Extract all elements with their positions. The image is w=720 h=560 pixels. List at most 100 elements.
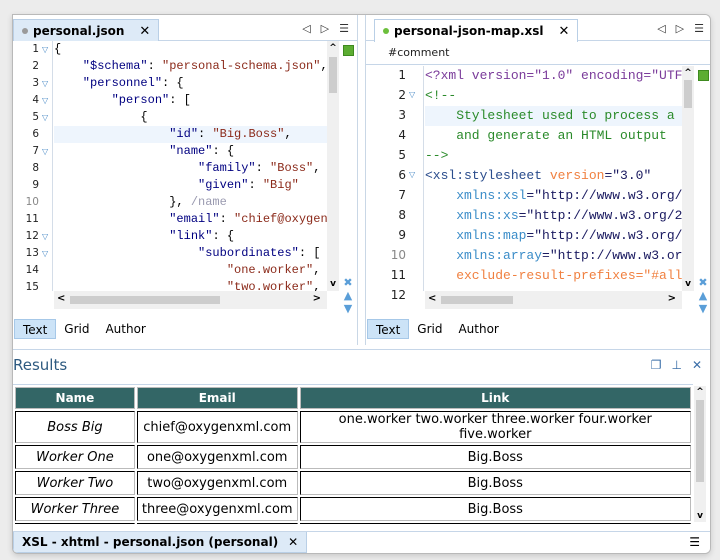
- fold-toggle-icon[interactable]: ▽: [42, 249, 48, 258]
- tab-personal-json-map-xsl[interactable]: personal-json-map.xsl ✕: [374, 19, 579, 42]
- breadcrumb: #comment: [366, 41, 710, 65]
- code-token: :: [147, 59, 163, 73]
- code-line: xmlns:xsl="http://www.w3.org/1999/XSL/Tr…: [425, 186, 682, 206]
- vertical-scrollbar[interactable]: ^ v: [682, 66, 694, 291]
- line-number: 9: [32, 179, 39, 191]
- editor-mode-tabs: Text Grid Author: [366, 319, 710, 339]
- cell-name: Boss Big: [15, 411, 135, 443]
- mode-tab-author[interactable]: Author: [450, 319, 506, 339]
- results-table: Name Email Link Boss Big chief@oxygenxml.…: [13, 385, 693, 524]
- scroll-thumb[interactable]: [684, 80, 692, 108]
- scroll-thumb[interactable]: [441, 296, 513, 304]
- scroll-up-icon[interactable]: ^: [327, 43, 339, 53]
- horizontal-scrollbar[interactable]: < >: [54, 291, 327, 309]
- next-problem-icon[interactable]: ▼: [699, 303, 707, 315]
- fold-toggle-icon[interactable]: ▽: [409, 90, 415, 99]
- line-number: 8: [32, 162, 39, 174]
- next-tab-icon[interactable]: ▷: [321, 22, 329, 35]
- scroll-left-icon[interactable]: <: [57, 293, 65, 304]
- cell-link: Big.Boss: [299, 471, 691, 495]
- previous-tab-icon[interactable]: ◁: [302, 22, 310, 35]
- next-tab-icon[interactable]: ▷: [676, 22, 684, 35]
- code-token: : [: [169, 93, 191, 107]
- tab-label: personal-json-map.xsl: [394, 24, 544, 38]
- code-line: }, /name: [54, 194, 327, 211]
- scroll-down-icon[interactable]: v: [694, 511, 706, 521]
- clear-markers-icon[interactable]: ✖: [698, 277, 707, 289]
- clear-markers-icon[interactable]: ✖: [343, 277, 352, 289]
- fold-toggle-icon[interactable]: ▽: [42, 45, 48, 54]
- fold-toggle-icon[interactable]: ▽: [42, 147, 48, 156]
- fold-toggle-icon[interactable]: ▽: [42, 232, 48, 241]
- tab-transform-result[interactable]: XSL - xhtml - personal.json (personal) ✕: [13, 532, 308, 553]
- code-token: exclude-result-prefixes="#all": [425, 268, 682, 283]
- code-area[interactable]: <?xml version="1.0" encoding="UTF-8"?> <!…: [425, 66, 682, 291]
- tab-status-dot: [383, 28, 389, 34]
- close-icon[interactable]: ✕: [692, 358, 702, 372]
- mode-tab-grid[interactable]: Grid: [409, 319, 450, 339]
- mode-tab-text[interactable]: Text: [367, 319, 410, 339]
- scroll-left-icon[interactable]: <: [428, 293, 436, 304]
- scroll-down-icon[interactable]: v: [327, 279, 339, 289]
- code-area[interactable]: { "$schema": "personal-schema.json", "pe…: [54, 41, 327, 291]
- scroll-thumb[interactable]: [329, 57, 337, 93]
- code-token: xmlns:array: [425, 248, 543, 263]
- code-token: : [: [298, 246, 321, 260]
- close-icon[interactable]: ✕: [559, 24, 570, 39]
- code-token: xmlns:xs: [425, 208, 519, 223]
- previous-problem-icon[interactable]: ▲: [344, 290, 352, 302]
- scroll-right-icon[interactable]: >: [313, 293, 321, 304]
- previous-problem-icon[interactable]: ▲: [699, 290, 707, 302]
- json-text-editor[interactable]: 1 ▽ 2 3 ▽ 4 ▽ 5 ▽ 6 7 ▽ 8 9 10 11 12 ▽ 13 ▽ 14 15 { "$schema"…: [13, 41, 357, 309]
- code-line: exclude-result-prefixes="#all": [425, 266, 682, 286]
- code-line: "id": "Big.Boss",: [54, 126, 327, 143]
- xsl-text-editor[interactable]: 1 2 ▽ 3 4 5 6 ▽ 7 8 9 10 11 12 <?xml version="1.0" en…: [366, 66, 710, 309]
- tab-label: XSL - xhtml - personal.json (personal): [22, 535, 279, 549]
- restore-icon[interactable]: ❐: [651, 358, 662, 372]
- scroll-down-icon[interactable]: v: [682, 279, 694, 289]
- tab-personal-json[interactable]: personal.json ✕: [13, 19, 160, 42]
- close-icon[interactable]: ✕: [288, 535, 298, 549]
- breadcrumb-item[interactable]: #comment: [388, 46, 449, 59]
- code-line: "$schema": "personal-schema.json",: [54, 58, 327, 75]
- fold-toggle-icon[interactable]: ▽: [409, 170, 415, 179]
- previous-tab-icon[interactable]: ◁: [657, 22, 665, 35]
- results-vertical-scrollbar[interactable]: ^ v: [694, 386, 706, 522]
- next-problem-icon[interactable]: ▼: [344, 303, 352, 315]
- fold-toggle-icon[interactable]: ▽: [42, 96, 48, 105]
- code-line: "one.worker",: [54, 262, 327, 279]
- results-controls: ❐ ⊥ ✕: [651, 358, 702, 372]
- results-table-viewport: Name Email Link Boss Big chief@oxygenxml.…: [13, 384, 693, 524]
- scroll-thumb[interactable]: [70, 296, 220, 304]
- pin-icon[interactable]: ⊥: [671, 358, 681, 372]
- code-token: xmlns:xsl: [425, 188, 527, 203]
- scroll-thumb[interactable]: [696, 400, 704, 482]
- fold-toggle-icon[interactable]: ▽: [42, 79, 48, 88]
- mode-tab-text[interactable]: Text: [14, 319, 57, 339]
- tab-menu-icon[interactable]: ☰: [339, 22, 349, 35]
- vertical-scrollbar[interactable]: ^ v: [327, 41, 339, 291]
- scroll-up-icon[interactable]: ^: [682, 68, 694, 78]
- validation-ok-marker[interactable]: [343, 45, 354, 56]
- column-header-name: Name: [15, 387, 135, 409]
- validation-ok-marker[interactable]: [698, 70, 709, 81]
- tab-menu-icon[interactable]: ☰: [689, 535, 700, 549]
- scroll-right-icon[interactable]: >: [668, 293, 676, 304]
- mode-tab-grid[interactable]: Grid: [56, 319, 97, 339]
- horizontal-scrollbar[interactable]: < >: [425, 291, 682, 309]
- cell-name: Worker One: [15, 445, 135, 469]
- line-number: 10: [390, 248, 406, 262]
- code-line: and generate an HTML output: [425, 126, 682, 146]
- code-token: <!--: [425, 88, 457, 103]
- line-number: 7: [32, 145, 39, 157]
- table-row: Worker Two two@oxygenxml.com Big.Boss: [15, 471, 691, 495]
- line-number: 9: [398, 228, 406, 242]
- tab-menu-icon[interactable]: ☰: [694, 22, 704, 35]
- xsl-editor-pane: personal-json-map.xsl ✕ ◁ ▷ ☰ #comment 1…: [365, 15, 710, 345]
- line-number: 14: [25, 264, 39, 276]
- code-token: "Boss": [270, 161, 314, 175]
- fold-toggle-icon[interactable]: ▽: [42, 113, 48, 122]
- mode-tab-author[interactable]: Author: [97, 319, 153, 339]
- scroll-up-icon[interactable]: ^: [694, 387, 706, 397]
- close-icon[interactable]: ✕: [139, 24, 150, 39]
